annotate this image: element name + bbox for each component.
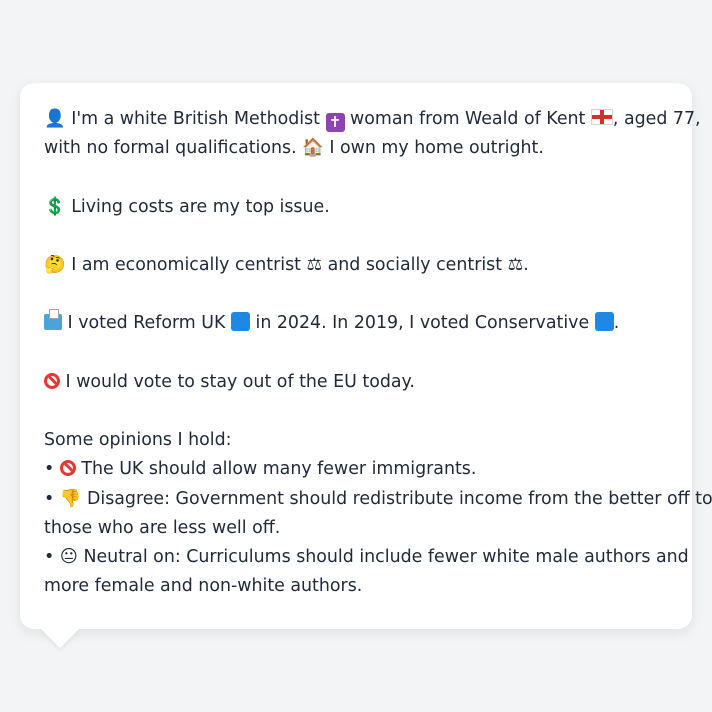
period-text: .: [523, 254, 529, 275]
age-text: , aged 77,: [612, 109, 701, 129]
opinion-item: • The UK should allow many fewer immigra…: [44, 455, 668, 484]
opinions-heading: Some opinions I hold:: [44, 430, 232, 451]
opinion-text: Neutral on: Curriculums should include f…: [83, 546, 689, 567]
prohibited-icon: [59, 460, 76, 477]
ballot-box-icon: [44, 309, 62, 331]
england-flag-icon: [590, 109, 613, 125]
profile-card: 👤 I'm a white British Methodist ✝ woman …: [20, 83, 712, 629]
bullet: •: [44, 459, 55, 480]
opinion-item: • 😐 Neutral on: Curriculums should inclu…: [44, 543, 689, 572]
eu-stance-text: I would vote to stay out of the EU today…: [65, 371, 415, 392]
reform-color-square-icon: [230, 312, 250, 332]
opinion-item: • 👎 Disagree: Government should redistri…: [44, 485, 712, 514]
bullet: •: [44, 546, 55, 567]
opinion-text: Disagree: Government should redistribute…: [86, 488, 712, 509]
person-icon: 👤: [44, 109, 66, 129]
qualifications-text: with no formal qualifications.: [44, 138, 297, 159]
ideology-line: 🤔 I am economically centrist ⚖ and socia…: [44, 251, 668, 280]
vote-2019-text: in 2024. In 2019, I voted Conservative: [255, 313, 590, 334]
thumbs-down-icon: 👎: [59, 488, 82, 509]
home-text: I own my home outright.: [329, 138, 544, 159]
eu-stance-line: I would vote to stay out of the EU today…: [44, 368, 668, 397]
economic-text: I am economically centrist: [71, 254, 301, 275]
opinion-continuation: those who are less well off.: [44, 517, 281, 538]
opinion-continuation: more female and non-white authors.: [44, 576, 363, 597]
top-issue-line: 💲 Living costs are my top issue.: [44, 193, 668, 222]
balance-scale-icon: ⚖: [507, 254, 524, 275]
location-text: woman from Weald of Kent: [350, 109, 586, 129]
prohibited-icon: [44, 372, 60, 389]
neutral-face-icon: 😐: [59, 546, 78, 567]
identity-line: 👤 I'm a white British Methodist ✝ woman …: [44, 105, 701, 134]
balance-scale-icon: ⚖: [306, 254, 323, 275]
thinking-face-icon: 🤔: [44, 254, 66, 275]
house-icon: 🏠: [302, 138, 324, 159]
top-issue-text: Living costs are my top issue.: [71, 196, 330, 217]
qualifications-line: with no formal qualifications. 🏠 I own m…: [44, 134, 668, 163]
latin-cross-icon: ✝: [325, 113, 345, 132]
social-text: and socially centrist: [327, 254, 503, 275]
period-text: .: [613, 313, 620, 334]
conservative-color-square-icon: [594, 312, 614, 332]
identity-text: I'm a white British Methodist: [71, 109, 320, 129]
vote-history-line: I voted Reform UK in 2024. In 2019, I vo…: [44, 309, 668, 338]
dollar-icon: 💲: [44, 196, 66, 217]
opinion-text: The UK should allow many fewer immigrant…: [81, 459, 477, 480]
speech-bubble-tail: [40, 628, 80, 648]
bullet: •: [44, 488, 55, 509]
vote-2024-text: I voted Reform UK: [67, 313, 226, 334]
